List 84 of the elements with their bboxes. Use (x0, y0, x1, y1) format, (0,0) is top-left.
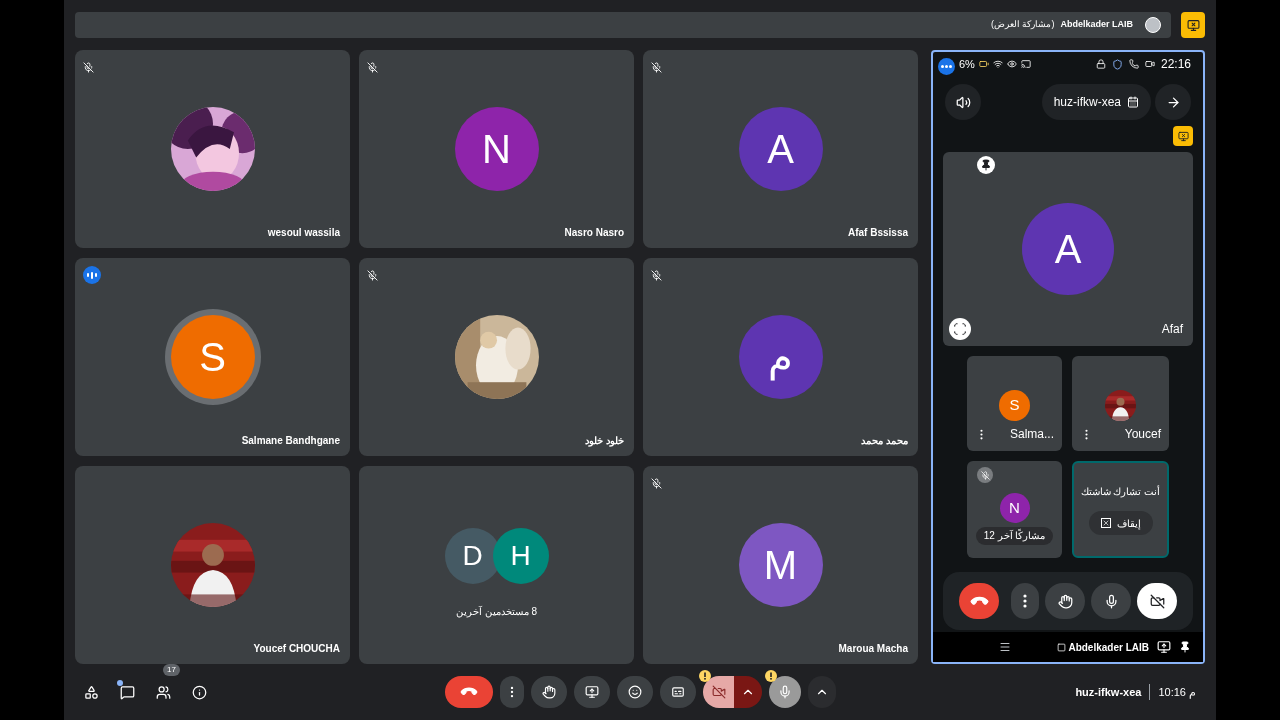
raise-hand-button[interactable] (1045, 583, 1085, 619)
stop-sharing-button[interactable]: إيقاف (1088, 511, 1153, 535)
more-icon (1023, 594, 1027, 608)
others-label: 12 مشاركًا آخر (975, 527, 1054, 545)
avatar-icon (1145, 17, 1161, 33)
emoji-icon (628, 685, 642, 699)
camera-off-icon (1149, 593, 1165, 609)
close-icon (1100, 518, 1111, 528)
video-icon (1144, 59, 1155, 69)
pin-icon[interactable] (1179, 641, 1191, 653)
share-icon[interactable] (1157, 640, 1171, 654)
speaker-icon (955, 94, 971, 110)
speaker-button[interactable] (945, 84, 981, 120)
mic-icon (1103, 593, 1119, 609)
participant-name: Salma... (1010, 426, 1054, 443)
battery-level: 6% (959, 56, 975, 72)
fullscreen-icon[interactable] (949, 318, 971, 340)
clock: 10:16 م (1157, 684, 1196, 701)
phone-clock: 22:16 (1160, 56, 1191, 73)
avatar: A (1022, 203, 1114, 295)
camera-off-button[interactable] (703, 676, 735, 708)
arrow-right-icon (1165, 94, 1181, 110)
others-label: 8 مستخدمين آخرين (455, 604, 538, 619)
checkbox-icon (1057, 642, 1067, 652)
hand-icon (542, 685, 556, 699)
participant-name: wesoul wassila (267, 226, 340, 240)
participant-name: خلود خلود (585, 434, 624, 448)
camera-off-icon (712, 685, 726, 699)
participant-name: Youcef CHOUCHA (253, 642, 340, 656)
count-badge: 17 (163, 664, 180, 676)
avatar: H (492, 527, 549, 584)
present-icon (585, 685, 599, 699)
lock-icon (1095, 59, 1106, 69)
camera-off-button[interactable] (1137, 583, 1177, 619)
microphone-button[interactable] (1091, 583, 1131, 619)
captions-icon (671, 685, 685, 699)
screen-off-icon (1186, 18, 1200, 32)
battery-icon (978, 59, 989, 69)
people-icon (155, 684, 171, 700)
presenter-name: Abdelkader LAIB (1060, 18, 1133, 32)
phone-icon (1128, 59, 1139, 69)
info-icon (191, 684, 207, 700)
microphone-button[interactable] (769, 676, 801, 708)
cast-icon (1020, 59, 1031, 69)
avatar: S (999, 390, 1030, 421)
emoji-button[interactable] (617, 676, 653, 708)
owner-name: Abdelkader LAIB (1068, 640, 1149, 655)
presentation-button[interactable] (1173, 126, 1193, 146)
present-button[interactable] (574, 676, 610, 708)
avatar: N (999, 493, 1030, 523)
menu-icon[interactable] (999, 641, 1011, 653)
presentation-button[interactable] (1181, 12, 1205, 38)
participant-name: Afaf Bssissa (847, 226, 908, 240)
participant-name: Salmane Bandhgane (241, 434, 340, 448)
presenter-note: (مشاركة العرض) (990, 18, 1055, 32)
shield-icon (1111, 58, 1123, 70)
participant-name: Afaf (1161, 321, 1183, 338)
participant-name: محمد محمد (861, 434, 908, 448)
meeting-code: huz-ifkw-xea (1075, 683, 1151, 701)
hang-up-button[interactable] (959, 583, 999, 619)
bubble-icon (938, 58, 955, 75)
participant-name: Nasro Nasro (564, 226, 624, 240)
avatar: م (738, 315, 823, 399)
pin-icon[interactable] (977, 156, 995, 174)
screen-off-icon (1177, 130, 1189, 142)
avatar: M (738, 523, 823, 607)
avatar: A (738, 107, 823, 191)
activities-icon (83, 684, 99, 700)
raise-hand-button[interactable] (531, 676, 567, 708)
sharing-message: أنت تشارك شاشتك (1080, 484, 1161, 499)
participant-name: Maroua Macha (838, 642, 908, 656)
more-button[interactable] (1011, 583, 1039, 619)
chat-icon (119, 684, 135, 700)
forward-button[interactable] (1155, 84, 1191, 120)
hang-up-button[interactable] (445, 676, 493, 708)
eye-icon (1006, 59, 1017, 69)
hand-icon (1057, 593, 1073, 609)
mic-icon (778, 685, 792, 699)
calendar-icon (1127, 96, 1139, 108)
meeting-code-button[interactable]: huz-ifkw-xea (1041, 84, 1151, 120)
participant-name: Youcef (1124, 426, 1161, 443)
captions-button[interactable] (660, 676, 696, 708)
avatar: N (454, 107, 539, 191)
signal-icon (992, 59, 1003, 69)
